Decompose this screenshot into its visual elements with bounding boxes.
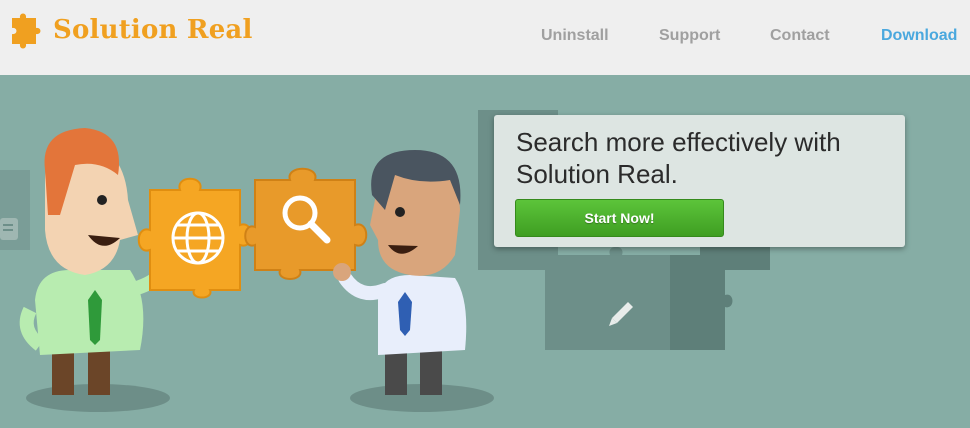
promo-headline: Search more effectively with Solution Re… bbox=[516, 127, 841, 189]
nav-contact[interactable]: Contact bbox=[770, 27, 830, 45]
site-header: Solution Real Uninstall Support Contact … bbox=[0, 0, 970, 75]
brand-name: Solution Real bbox=[53, 15, 253, 45]
nav-uninstall[interactable]: Uninstall bbox=[541, 27, 609, 45]
magnifier-puzzle-piece bbox=[244, 167, 368, 280]
promo-card: Search more effectively with Solution Re… bbox=[494, 115, 905, 247]
puzzle-logo-icon bbox=[12, 13, 41, 49]
brand-logo[interactable]: Solution Real bbox=[6, 8, 253, 52]
start-now-button[interactable]: Start Now! bbox=[515, 199, 724, 237]
chat-bubble-icon bbox=[0, 218, 18, 240]
nav-support[interactable]: Support bbox=[659, 27, 720, 45]
nav-download[interactable]: Download bbox=[881, 27, 957, 45]
